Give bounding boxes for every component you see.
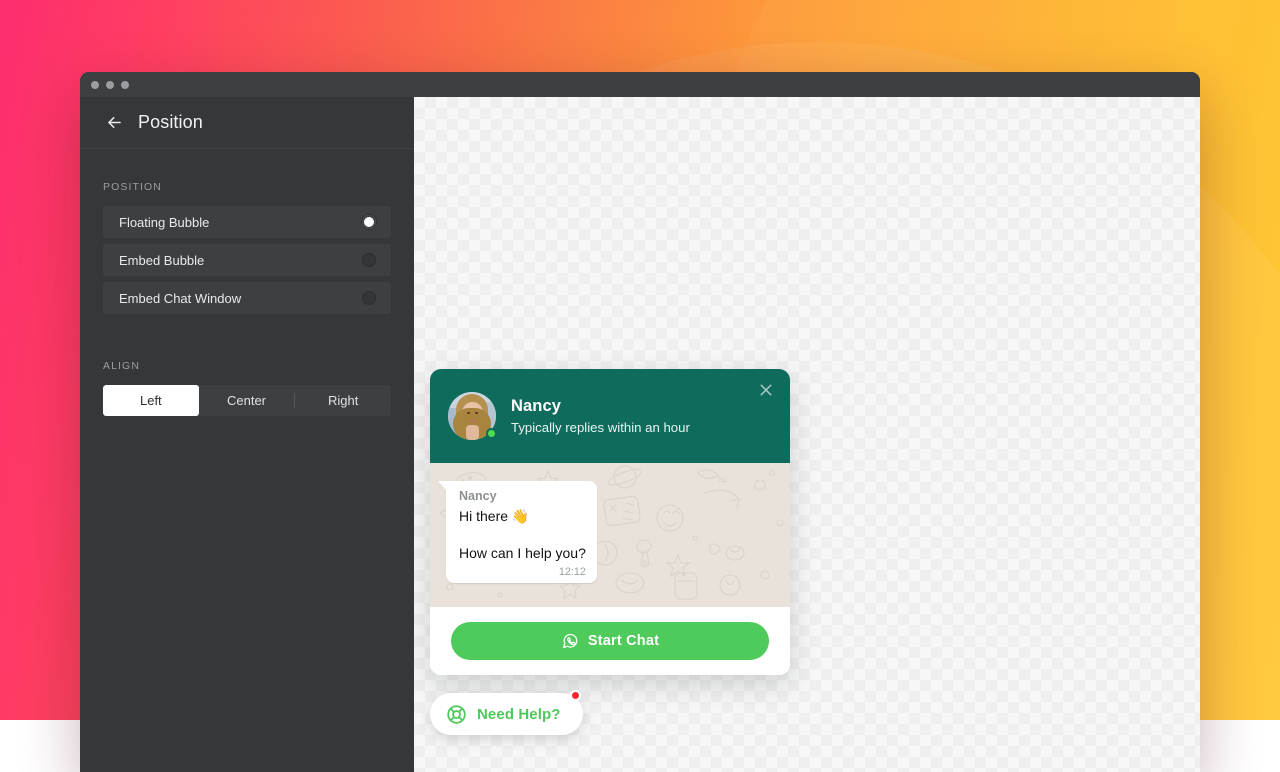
avatar [448,392,496,440]
radio-button[interactable] [362,253,376,267]
floating-launcher-bubble[interactable]: Need Help? [430,693,583,735]
page-title: Position [138,112,203,133]
position-section-label: POSITION [80,181,414,193]
radio-button[interactable] [362,291,376,305]
message-timestamp: 12:12 [459,566,586,578]
align-segmented-control: Left Center Right [103,385,391,416]
align-option-left[interactable]: Left [103,385,199,416]
online-status-dot [486,428,497,439]
option-label: Embed Chat Window [119,291,241,306]
close-icon[interactable] [758,382,774,398]
position-option-embed-bubble[interactable]: Embed Bubble [103,244,391,276]
message-line-1: Hi there 👋 [459,506,586,526]
align-option-right[interactable]: Right [295,385,391,416]
window-maximize-dot[interactable] [121,81,129,89]
chat-widget-header: Nancy Typically replies within an hour [430,369,790,463]
position-option-list: Floating Bubble Embed Bubble Embed Chat … [80,206,414,314]
window-minimize-dot[interactable] [106,81,114,89]
align-section-label: ALIGN [80,360,414,372]
panel-header: Position [80,97,414,149]
settings-sidebar: Position POSITION Floating Bubble Embed … [80,97,414,772]
whatsapp-icon [561,632,579,650]
arrow-left-icon[interactable] [102,111,126,135]
chat-widget-footer: Start Chat [430,607,790,675]
radio-button-selected[interactable] [362,215,376,229]
option-label: Embed Bubble [119,253,204,268]
option-label: Floating Bubble [119,215,209,230]
app-window: Position POSITION Floating Bubble Embed … [80,72,1200,772]
position-option-floating-bubble[interactable]: Floating Bubble [103,206,391,238]
agent-info: Nancy Typically replies within an hour [511,396,690,436]
start-chat-label: Start Chat [588,633,659,649]
chat-message: Nancy Hi there 👋 How can I help you? 12:… [446,481,597,583]
start-chat-button[interactable]: Start Chat [451,622,769,660]
notification-dot [570,690,581,701]
message-line-2: How can I help you? [459,543,586,563]
window-close-dot[interactable] [91,81,99,89]
widget-preview-canvas: Nancy Typically replies within an hour [414,97,1200,772]
lifebuoy-icon [446,704,467,725]
chat-widget-conversation: Nancy Hi there 👋 How can I help you? 12:… [430,463,790,607]
window-titlebar [80,72,1200,97]
agent-name: Nancy [511,396,690,417]
chat-widget: Nancy Typically replies within an hour [430,369,790,675]
window-body: Position POSITION Floating Bubble Embed … [80,97,1200,772]
position-option-embed-chat-window[interactable]: Embed Chat Window [103,282,391,314]
align-option-center[interactable]: Center [199,385,295,416]
message-sender: Nancy [459,489,586,503]
agent-status: Typically replies within an hour [511,420,690,437]
